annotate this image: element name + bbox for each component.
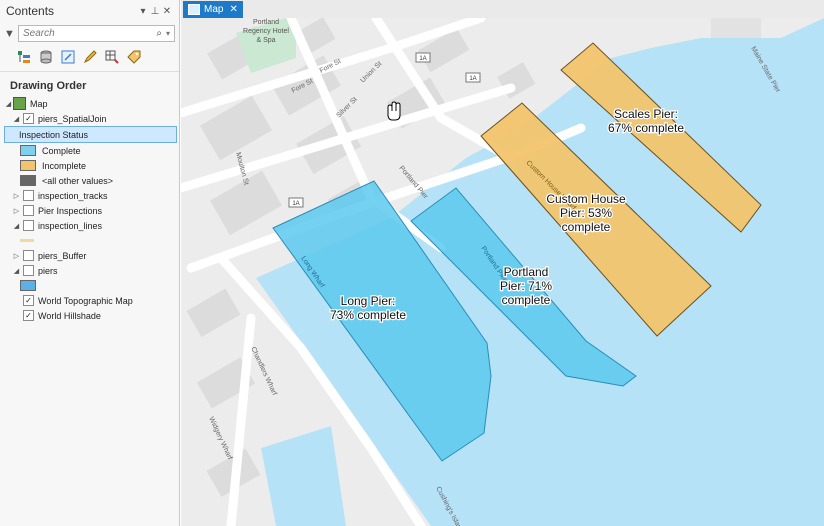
pane-options-icon[interactable]: ▾ bbox=[137, 6, 149, 17]
map-tab-icon bbox=[188, 4, 200, 15]
layer-label: World Hillshade bbox=[38, 310, 101, 321]
legend-row-incomplete[interactable]: Incomplete bbox=[4, 158, 179, 173]
complete-swatch-icon[interactable] bbox=[20, 145, 36, 156]
search-dropdown-icon[interactable]: ▾ bbox=[166, 29, 170, 38]
pier-status-label: Custom House bbox=[546, 192, 626, 206]
layer-label: piers bbox=[38, 265, 58, 276]
tree-row-inspection-tracks[interactable]: ▷ inspection_tracks bbox=[4, 188, 179, 203]
tree-row-piers-spatialjoin[interactable]: ◢ ✓ piers_SpatialJoin bbox=[4, 111, 179, 126]
collapse-icon[interactable]: ◢ bbox=[12, 267, 21, 275]
line-symbol-icon[interactable] bbox=[20, 239, 34, 242]
pier-status-label: 67% complete bbox=[608, 121, 684, 135]
symbology-field-label: Inspection Status bbox=[19, 129, 89, 140]
route-shield-label: 1A bbox=[419, 56, 426, 62]
route-shield-label: 1A bbox=[292, 201, 299, 207]
list-by-editing-icon[interactable] bbox=[82, 49, 98, 65]
pier-status-label: 73% complete bbox=[330, 308, 406, 322]
pier-status-label: complete bbox=[562, 220, 611, 234]
search-placeholder: Search bbox=[23, 28, 55, 39]
hand-cursor-icon bbox=[387, 101, 401, 121]
legend-row-other[interactable]: <all other values> bbox=[4, 173, 179, 188]
layer-checkbox[interactable] bbox=[23, 205, 34, 216]
collapse-icon[interactable]: ◢ bbox=[12, 222, 21, 230]
legend-row-piers[interactable] bbox=[4, 278, 179, 293]
tab-label: Map bbox=[204, 4, 224, 15]
contents-title-bar: Contents ▾ ⊥ ✕ bbox=[0, 0, 179, 22]
other-values-swatch-icon[interactable] bbox=[20, 175, 36, 186]
route-shield-label: 1A bbox=[469, 76, 476, 82]
search-icon[interactable]: ⌕ bbox=[156, 28, 162, 39]
list-by-drawing-order-icon[interactable] bbox=[16, 49, 32, 65]
legend-label: Complete bbox=[42, 145, 81, 156]
tree-row-map[interactable]: ◢ Map bbox=[4, 96, 179, 111]
map-view-area: Map ✕ Long Wharf Long Pier: 73% complete… bbox=[181, 0, 824, 526]
close-pane-icon[interactable]: ✕ bbox=[161, 6, 173, 17]
list-by-labeling-icon[interactable] bbox=[126, 49, 142, 65]
pier-status-label: Portland bbox=[504, 265, 549, 279]
contents-title: Contents bbox=[6, 4, 55, 18]
legend-row-complete[interactable]: Complete bbox=[4, 143, 179, 158]
layer-tree: ◢ Map ◢ ✓ piers_SpatialJoin Inspection S… bbox=[0, 94, 179, 323]
poi-label: Regency Hotel bbox=[243, 28, 289, 35]
legend-label: Incomplete bbox=[42, 160, 87, 171]
contents-toolbar bbox=[0, 45, 179, 72]
close-tab-icon[interactable]: ✕ bbox=[229, 4, 237, 15]
pier-status-label: Scales Pier: bbox=[614, 107, 678, 121]
layer-checkbox[interactable]: ✓ bbox=[23, 113, 34, 124]
tab-map[interactable]: Map ✕ bbox=[183, 1, 243, 18]
pin-icon[interactable]: ⊥ bbox=[149, 6, 161, 17]
expand-icon[interactable]: ▷ bbox=[12, 207, 21, 215]
list-by-selection-icon[interactable] bbox=[60, 49, 76, 65]
layer-label: World Topographic Map bbox=[38, 295, 133, 306]
layer-checkbox[interactable]: ✓ bbox=[23, 310, 34, 321]
map-canvas[interactable]: Long WharfLong Pier:73% completePortland… bbox=[181, 18, 824, 526]
pier-status-label: complete bbox=[502, 293, 551, 307]
layer-label: piers_SpatialJoin bbox=[38, 113, 107, 124]
layer-checkbox[interactable] bbox=[23, 265, 34, 276]
expand-icon[interactable]: ▷ bbox=[12, 192, 21, 200]
list-by-snapping-icon[interactable] bbox=[104, 49, 120, 65]
filter-icon[interactable]: ▼ bbox=[4, 28, 18, 40]
legend-row-inspection-lines[interactable] bbox=[4, 233, 179, 248]
tree-row-world-hillshade[interactable]: ✓ World Hillshade bbox=[4, 308, 179, 323]
layer-checkbox[interactable] bbox=[23, 220, 34, 231]
incomplete-swatch-icon[interactable] bbox=[20, 160, 36, 171]
map-icon bbox=[13, 97, 26, 110]
poi-label: & Spa bbox=[256, 37, 275, 44]
search-input[interactable]: Search ⌕ ▾ bbox=[18, 25, 175, 42]
layer-label: inspection_tracks bbox=[38, 190, 108, 201]
layer-label: inspection_lines bbox=[38, 220, 103, 231]
pier-status-label: Long Pier: bbox=[341, 294, 396, 308]
tree-row-pier-inspections[interactable]: ▷ Pier Inspections bbox=[4, 203, 179, 218]
tree-row-world-topographic-map[interactable]: ✓ World Topographic Map bbox=[4, 293, 179, 308]
pier-status-label: Pier: 53% bbox=[560, 206, 612, 220]
layer-label: Map bbox=[30, 98, 48, 109]
layer-checkbox[interactable] bbox=[23, 250, 34, 261]
collapse-icon[interactable]: ◢ bbox=[4, 100, 13, 108]
contents-pane: Contents ▾ ⊥ ✕ ▼ Search ⌕ ▾ Drawing Orde… bbox=[0, 0, 180, 526]
layer-checkbox[interactable]: ✓ bbox=[23, 295, 34, 306]
legend-label: <all other values> bbox=[42, 175, 114, 186]
pier-status-label: Pier: 71% bbox=[500, 279, 552, 293]
layer-label: Pier Inspections bbox=[38, 205, 103, 216]
tree-row-piers-buffer[interactable]: ▷ piers_Buffer bbox=[4, 248, 179, 263]
collapse-icon[interactable]: ◢ bbox=[12, 115, 21, 123]
piers-swatch-icon[interactable] bbox=[20, 280, 36, 291]
tree-row-inspection-status[interactable]: Inspection Status bbox=[4, 126, 177, 143]
list-by-data-source-icon[interactable] bbox=[38, 49, 54, 65]
drawing-order-heading: Drawing Order bbox=[10, 80, 87, 92]
expand-icon[interactable]: ▷ bbox=[12, 252, 21, 260]
tree-row-piers[interactable]: ◢ piers bbox=[4, 263, 179, 278]
layer-checkbox[interactable] bbox=[23, 190, 34, 201]
view-tab-bar: Map ✕ bbox=[181, 0, 824, 19]
search-row: ▼ Search ⌕ ▾ bbox=[0, 22, 179, 45]
layer-label: piers_Buffer bbox=[38, 250, 87, 261]
tree-row-inspection-lines[interactable]: ◢ inspection_lines bbox=[4, 218, 179, 233]
poi-label: Portland bbox=[253, 19, 279, 26]
